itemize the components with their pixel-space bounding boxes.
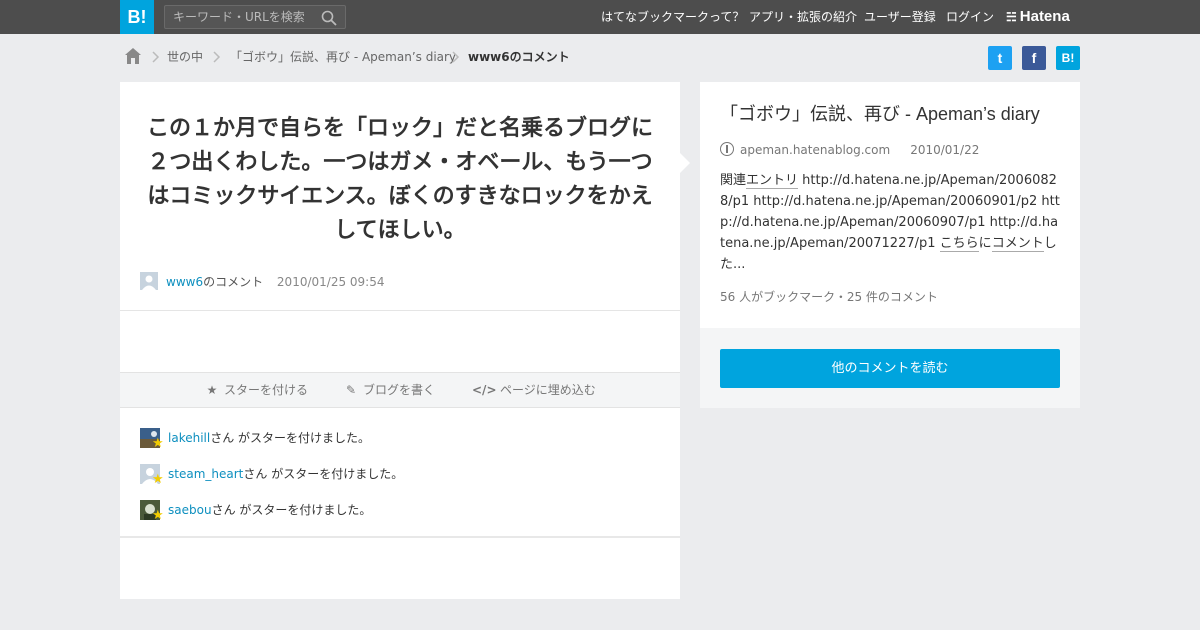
code-icon: </> xyxy=(472,383,497,397)
excerpt-mid: に xyxy=(978,236,992,251)
star-text: steam_heartさん がスターを付けました。 xyxy=(168,463,403,485)
breadcrumb-chevron-icon xyxy=(213,51,221,63)
star-icon: ★ xyxy=(152,472,164,487)
comment-card: この１か月で自らを「ロック」だと名乗るブログに２つ出くわした。一つはガメ・オベー… xyxy=(120,82,680,599)
star-user-link[interactable]: lakehill xyxy=(168,431,210,445)
entry-domain[interactable]: apeman.hatenablog.com xyxy=(740,143,890,157)
breadcrumb-chevron-icon xyxy=(452,51,460,63)
write-blog-label: ブログを書く xyxy=(363,383,436,397)
star-message: さん がスターを付けました。 xyxy=(211,503,372,517)
home-icon[interactable] xyxy=(124,47,142,65)
comment-user-suffix: のコメント xyxy=(203,275,264,289)
hatena-bookmark-logo[interactable]: B! xyxy=(120,0,154,34)
write-blog-button[interactable]: ✎ ブログを書く xyxy=(343,373,435,407)
user-avatar[interactable] xyxy=(140,272,158,290)
entry-source: apeman.hatenablog.com 2010/01/22 xyxy=(720,140,979,160)
read-other-comments-button[interactable]: 他のコメントを読む xyxy=(720,349,1060,388)
embed-button[interactable]: </> ページに埋め込む xyxy=(472,373,596,407)
excerpt-prefix: 関連 xyxy=(720,173,747,188)
nav-apps[interactable]: アプリ・拡張の紹介 xyxy=(749,0,857,34)
breadcrumb-category[interactable]: 世の中 xyxy=(167,46,203,68)
excerpt-keyword-link[interactable]: コメント xyxy=(991,236,1044,252)
add-star-label: スターを付ける xyxy=(224,383,309,397)
top-bar: B! はてなブックマークって？ アプリ・拡張の紹介 ユーザー登録 ログイン ☵H… xyxy=(0,0,1200,34)
comment-user-link[interactable]: www6 xyxy=(166,275,203,289)
action-bar: ★ スターを付ける ✎ ブログを書く </> ページに埋め込む xyxy=(120,372,680,408)
comment-meta: www6のコメント 2010/01/25 09:54 xyxy=(166,272,384,292)
hatena-bookmark-icon: B! xyxy=(1061,51,1075,65)
search-icon[interactable] xyxy=(321,10,337,26)
comment-text: この１か月で自らを「ロック」だと名乗るブログに２つ出くわした。一つはガメ・オベー… xyxy=(146,116,653,243)
entry-date: 2010/01/22 xyxy=(910,143,980,157)
star-text: lakehillさん がスターを付けました。 xyxy=(168,427,370,449)
facebook-icon: f xyxy=(1031,50,1037,66)
site-favicon-icon xyxy=(720,142,734,156)
star-icon: ★ xyxy=(206,383,218,397)
nav-register[interactable]: ユーザー登録 xyxy=(864,0,936,34)
breadcrumb-entry[interactable]: 「ゴボウ」伝説、再び - Apeman’s diary xyxy=(230,46,456,68)
twitter-icon: t xyxy=(997,50,1003,66)
search-input[interactable] xyxy=(173,8,321,26)
breadcrumb-chevron-icon xyxy=(152,51,160,63)
twitter-share-button[interactable]: t xyxy=(988,46,1012,70)
embed-label: ページに埋め込む xyxy=(500,383,596,397)
star-message: さん がスターを付けました。 xyxy=(243,467,404,481)
divider xyxy=(120,536,680,538)
search-box[interactable] xyxy=(164,5,346,29)
breadcrumb-current: www6のコメント xyxy=(468,50,570,64)
entry-card-footer: 他のコメントを読む xyxy=(700,328,1080,408)
hatena-mark-icon: ☵ xyxy=(1006,10,1017,24)
hatena-brand[interactable]: ☵ Hatena xyxy=(1006,0,1070,34)
facebook-share-button[interactable]: f xyxy=(1022,46,1046,70)
entry-card: 「ゴボウ」伝説、再び - Apeman’s diary apeman.haten… xyxy=(700,82,1080,328)
entry-excerpt: 関連エントリ http://d.hatena.ne.jp/Apeman/2006… xyxy=(720,170,1060,275)
add-star-button[interactable]: ★ スターを付ける xyxy=(204,373,308,407)
star-message: さん がスターを付けました。 xyxy=(210,431,371,445)
entry-stats[interactable]: 56 人がブックマーク・25 件のコメント xyxy=(720,288,938,305)
hatena-brand-label: Hatena xyxy=(1019,8,1070,25)
star-icon: ★ xyxy=(152,508,164,523)
comment-datetime[interactable]: 2010/01/25 09:54 xyxy=(277,275,385,289)
star-user-link[interactable]: steam_heart xyxy=(168,467,243,481)
entry-title[interactable]: 「ゴボウ」伝説、再び - Apeman’s diary xyxy=(720,102,1060,126)
nav-login[interactable]: ログイン xyxy=(946,0,994,34)
card-pointer xyxy=(680,153,690,173)
star-icon: ★ xyxy=(152,436,164,451)
hatena-share-button[interactable]: B! xyxy=(1056,46,1080,70)
excerpt-keyword-link[interactable]: こちら xyxy=(939,236,979,252)
excerpt-keyword-link[interactable]: エントリ xyxy=(746,173,799,189)
edit-icon: ✎ xyxy=(345,383,357,397)
star-text: saebouさん がスターを付けました。 xyxy=(168,499,371,521)
star-user-link[interactable]: saebou xyxy=(168,503,212,517)
divider xyxy=(120,310,680,311)
nav-about[interactable]: はてなブックマークって？ xyxy=(601,0,744,34)
